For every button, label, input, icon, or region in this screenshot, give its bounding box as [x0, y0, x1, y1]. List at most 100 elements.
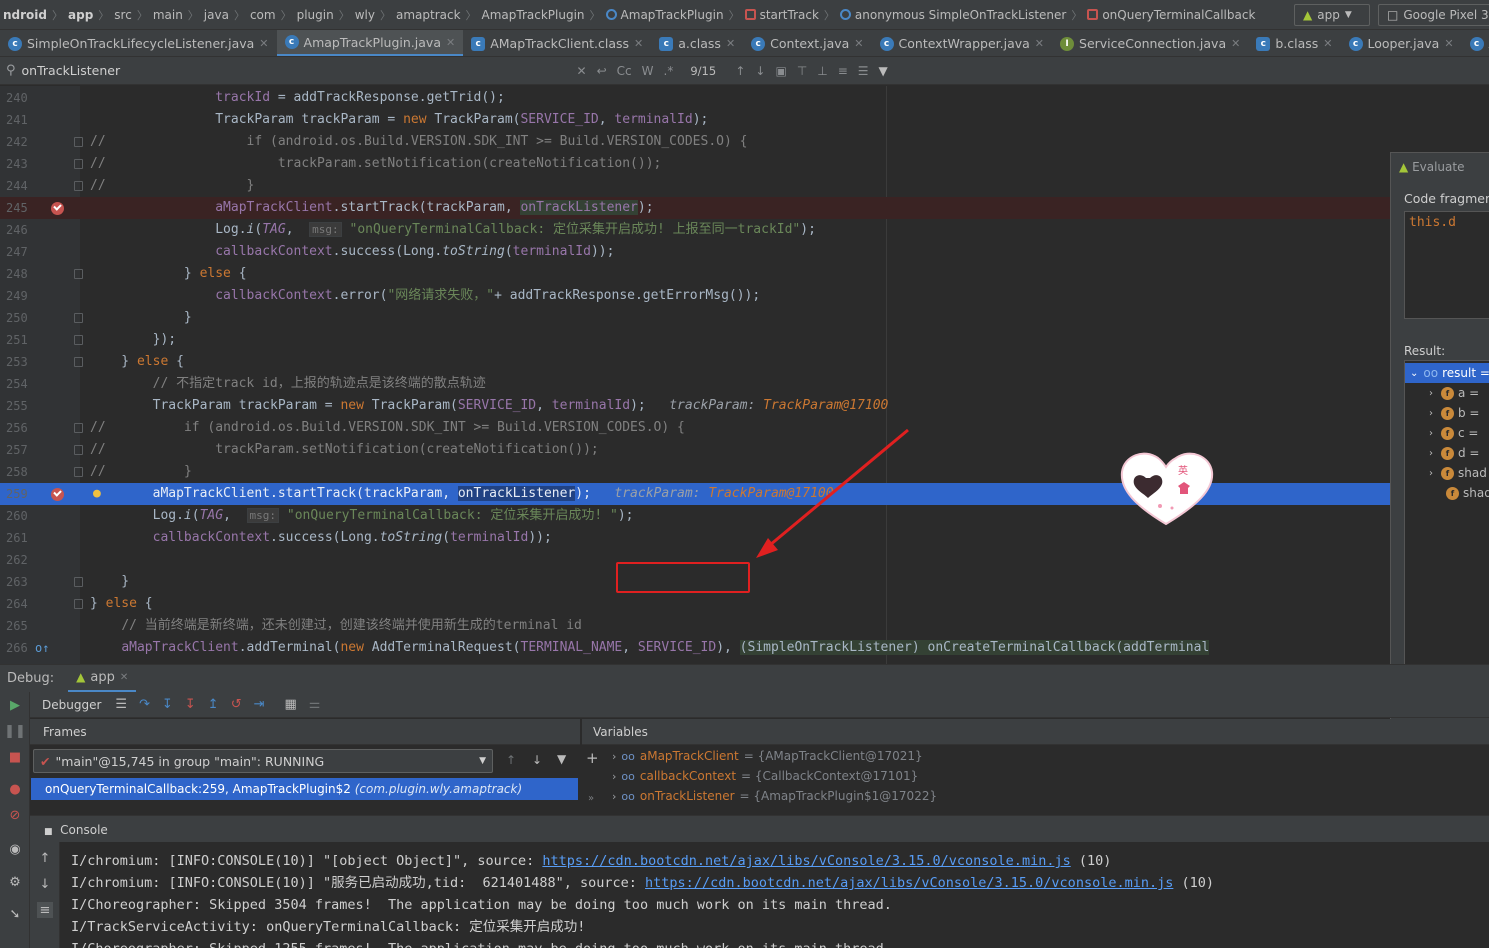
code-line[interactable]: 241 TrackParam trackParam = new TrackPar…	[0, 109, 1390, 131]
editor-tab[interactable]: c Context.java ✕	[743, 30, 871, 56]
breakpoint-icon[interactable]	[51, 488, 64, 501]
breadcrumb-item[interactable]: AmapTrackPlugin	[603, 8, 727, 22]
code-text[interactable]: // trackParam.setNotification(createNoti…	[90, 153, 661, 175]
close-icon[interactable]: ✕	[1035, 37, 1044, 50]
console-link[interactable]: https://cdn.bootcdn.net/ajax/libs/vConso…	[542, 853, 1070, 869]
code-line[interactable]: 244 // }	[0, 175, 1390, 197]
result-field[interactable]: › f b =	[1405, 403, 1489, 423]
breadcrumb-item[interactable]: main	[150, 8, 186, 22]
code-line[interactable]: 247 callbackContext.success(Long.toStrin…	[0, 241, 1390, 263]
code-fragment-editor[interactable]: this.d	[1404, 211, 1489, 319]
code-line[interactable]: 245 aMapTrackClient.startTrack(trackPara…	[0, 197, 1390, 219]
regex-toggle[interactable]: .*	[664, 64, 674, 78]
drop-frame-icon[interactable]: ↺	[231, 697, 242, 712]
thread-select[interactable]: ✔ "main"@15,745 in group "main": RUNNING…	[33, 749, 493, 773]
add-occurrence-icon[interactable]: ⊤	[797, 64, 807, 78]
result-field[interactable]: › f shad	[1405, 463, 1489, 483]
code-line[interactable]: 242 // if (android.os.Build.VERSION.SDK_I…	[0, 131, 1390, 153]
step-into-icon[interactable]: ↧	[162, 697, 173, 712]
close-icon[interactable]: ✕	[259, 37, 268, 50]
fold-icon[interactable]	[74, 357, 83, 367]
fold-icon[interactable]	[74, 467, 83, 477]
camera-icon[interactable]: ◉	[7, 841, 23, 857]
breadcrumb-item[interactable]: wly	[352, 8, 378, 22]
frame-item[interactable]: onQueryTerminalCallback:259, AmapTrackPl…	[31, 778, 578, 800]
code-text[interactable]: });	[90, 329, 176, 351]
code-line[interactable]: 250 }	[0, 307, 1390, 329]
add-watch-icon[interactable]: +	[586, 749, 599, 767]
trace-icon[interactable]: ⚌	[309, 697, 321, 712]
code-fragment-text[interactable]: this.d	[1409, 215, 1456, 230]
remove-occurrence-icon[interactable]: ⊥	[817, 64, 827, 78]
code-text[interactable]: } else {	[90, 351, 184, 373]
breadcrumb-item[interactable]: AmapTrackPlugin	[479, 8, 588, 22]
breadcrumb-item[interactable]: plugin	[294, 8, 337, 22]
code-text[interactable]: TrackParam trackParam = new TrackParam(S…	[90, 395, 889, 417]
editor-tab[interactable]: c b.class ✕	[1248, 30, 1340, 56]
step-out-icon[interactable]: ↥	[208, 697, 219, 712]
breakpoint-icon[interactable]	[51, 202, 64, 215]
close-icon[interactable]: ✕	[120, 672, 128, 683]
code-line[interactable]: 246 Log.i(TAG, msg: "onQueryTerminalCall…	[0, 219, 1390, 241]
code-text[interactable]: callbackContext.success(Long.toString(te…	[90, 527, 552, 549]
override-icon[interactable]: o↑	[35, 637, 49, 659]
code-editor[interactable]: 240 trackId = addTrackResponse.getTrid()…	[0, 86, 1390, 664]
select-all-icon[interactable]: ≡	[838, 64, 848, 78]
fold-icon[interactable]	[74, 445, 83, 455]
breadcrumb-item[interactable]: app	[65, 8, 96, 22]
result-field[interactable]: › f c =	[1405, 423, 1489, 443]
resume-icon[interactable]: ▶	[7, 697, 23, 713]
fold-icon[interactable]	[74, 159, 83, 169]
fold-icon[interactable]	[74, 577, 83, 587]
variable-row[interactable]: › oo callbackContext = {CallbackContext@171…	[612, 766, 918, 786]
search-input[interactable]	[21, 59, 572, 82]
code-text[interactable]: trackId = addTrackResponse.getTrid();	[90, 87, 505, 109]
code-text[interactable]: callbackContext.error("网络请求失败，"+ addTrac…	[90, 285, 760, 307]
code-text[interactable]: Log.i(TAG, msg: "onQueryTerminalCallback…	[90, 505, 634, 527]
options-icon[interactable]: ☰	[858, 64, 869, 78]
code-text[interactable]: // if (android.os.Build.VERSION.SDK_INT …	[90, 131, 747, 153]
editor-tab[interactable]: c AMapTrackClient.class ✕	[463, 30, 651, 56]
fold-icon[interactable]	[74, 181, 83, 191]
soft-wrap-icon[interactable]: ≡	[37, 902, 53, 918]
code-text[interactable]: // }	[90, 461, 192, 483]
console-link[interactable]: https://cdn.bootcdn.net/ajax/libs/vConso…	[645, 875, 1173, 891]
editor-tab[interactable]: c Looper.java ✕	[1341, 30, 1462, 56]
code-text[interactable]: }	[90, 307, 192, 329]
code-line[interactable]: 253 } else {	[0, 351, 1390, 373]
breadcrumb-item[interactable]: amaptrack	[393, 8, 464, 22]
editor-tab[interactable]: c AmapTrackPlugin.java ✕	[276, 30, 464, 56]
code-text[interactable]: // trackParam.setNotification(createNoti…	[90, 439, 599, 461]
code-text[interactable]: // 当前终端是新终端，还未创建过，创建该终端并使用新生成的terminal i…	[90, 615, 582, 637]
close-icon[interactable]: ✕	[1323, 37, 1332, 50]
select-all-occurrences-icon[interactable]: ▣	[775, 64, 786, 78]
fold-icon[interactable]	[74, 269, 83, 279]
code-text[interactable]: TrackParam trackParam = new TrackParam(S…	[90, 109, 708, 131]
fold-icon[interactable]	[74, 335, 83, 345]
close-icon[interactable]: ✕	[726, 37, 735, 50]
expand-icon[interactable]: »	[588, 793, 594, 804]
layout-icon[interactable]: ☰	[115, 697, 127, 712]
match-case-toggle[interactable]: Cc	[617, 64, 632, 78]
editor-tab[interactable]: I ServiceConnection.java ✕	[1052, 30, 1248, 56]
code-line[interactable]: 240 trackId = addTrackResponse.getTrid()…	[0, 87, 1390, 109]
code-text[interactable]: }	[90, 571, 129, 593]
evaluate-expression-icon[interactable]: ▦	[285, 697, 297, 712]
code-line[interactable]: 243 // trackParam.setNotification(createN…	[0, 153, 1390, 175]
code-line[interactable]: 249 callbackContext.error("网络请求失败，"+ add…	[0, 285, 1390, 307]
code-line[interactable]: 248 } else {	[0, 263, 1390, 285]
next-occurrence-icon[interactable]: ↓	[755, 64, 765, 78]
code-line[interactable]: 251 });	[0, 329, 1390, 351]
pause-icon[interactable]: ❚❚	[4, 723, 26, 739]
scroll-down-icon[interactable]: ↓	[37, 876, 53, 892]
previous-frame-icon[interactable]: ↑	[506, 753, 516, 767]
code-line[interactable]: 254 // 不指定track id，上报的轨迹点是该终端的散点轨迹	[0, 373, 1390, 395]
close-icon[interactable]: ✕	[1231, 37, 1240, 50]
close-icon[interactable]: ✕	[1444, 37, 1453, 50]
close-icon[interactable]: ✕	[854, 37, 863, 50]
code-text[interactable]: aMapTrackClient.startTrack(trackParam, o…	[90, 197, 654, 219]
result-tree[interactable]: ⌄ oo result = › f a = › f b = › f c = › f d = › f shad f sh…	[1404, 360, 1489, 685]
fold-icon[interactable]	[74, 423, 83, 433]
mute-breakpoints-icon[interactable]: ⊘	[7, 807, 23, 823]
breadcrumb-item[interactable]: src	[111, 8, 135, 22]
